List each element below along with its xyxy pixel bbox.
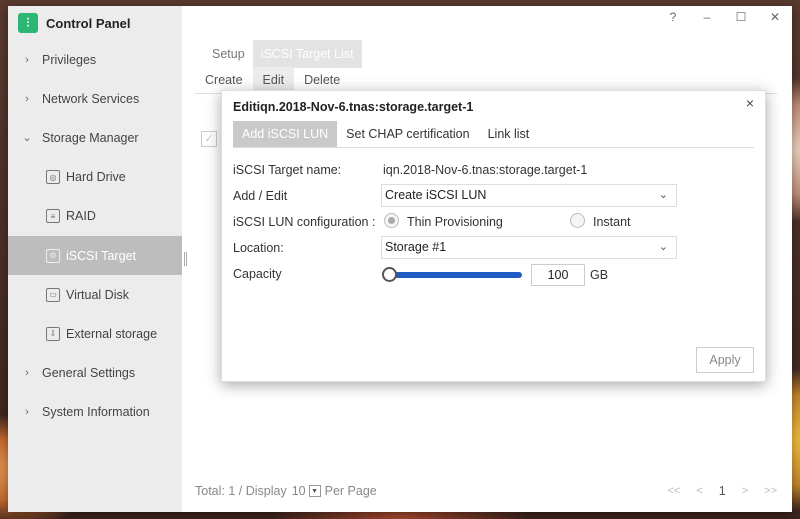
iscsi-icon: ⚙ [46,248,60,263]
create-button[interactable]: Create [195,67,253,93]
sidebar-item-label: Privileges [42,52,97,67]
tab-link-list[interactable]: Link list [479,121,539,147]
chevron-down-icon: ⌄ [22,132,32,145]
sidebar-item-label: System Information [42,405,150,420]
sidebar-item-iscsi-target[interactable]: ⚙ iSCSI Target [8,235,182,276]
apply-button[interactable]: Apply [696,347,754,373]
sidebar-item-hard-drive[interactable]: ◎ Hard Drive [8,158,182,197]
add-edit-label: Add / Edit [233,189,288,203]
capacity-label: Capacity [233,267,282,281]
tab-set-chap[interactable]: Set CHAP certification [337,121,478,147]
row-checkbox[interactable]: ✓ [201,131,217,147]
dialog-title: Editiqn.2018-Nov-6.tnas:storage.target-1 [233,100,474,114]
sidebar-item-label: Storage Manager [42,130,139,145]
next-page-button[interactable]: > [742,485,748,497]
target-name-value: iqn.2018-Nov-6.tnas:storage.target-1 [383,163,588,177]
minimize-icon[interactable]: – [700,10,714,24]
sidebar: ⫶ Control Panel › Privileges › Network S… [8,6,182,512]
virtual-disk-icon: ▭ [46,287,60,302]
raid-icon: ≡ [46,209,60,224]
sidebar-item-label: Virtual Disk [66,287,129,302]
sidebar-item-system-information[interactable]: › System Information [8,393,182,432]
target-name-label: iSCSI Target name: [233,163,342,177]
external-storage-icon: ⇩ [46,326,60,341]
sidebar-item-label: RAID [66,209,96,224]
dropdown-arrow-icon: ▼ [308,485,321,497]
app-title: ⫶ Control Panel [8,6,182,40]
sidebar-item-general-settings[interactable]: › General Settings [8,354,182,393]
help-icon[interactable]: ? [666,10,680,24]
sidebar-item-raid[interactable]: ≡ RAID [8,197,182,236]
chevron-right-icon: › [25,406,29,419]
last-page-button[interactable]: >> [764,485,777,497]
add-edit-select[interactable]: Create iSCSI LUN ⌄ [381,184,677,207]
chevron-right-icon: › [25,92,29,105]
tab-add-iscsi-lun[interactable]: Add iSCSI LUN [233,121,338,147]
window-controls: ? – ☐ ✕ [666,10,782,24]
instant-radio[interactable] [570,213,585,228]
chevron-down-icon: ⌄ [658,189,668,201]
capacity-slider-thumb[interactable] [382,267,397,282]
sidebar-item-label: External storage [66,326,158,341]
main-tabs: Setup iSCSI Target List [204,40,362,68]
close-icon[interactable]: × [746,95,754,111]
per-page-select[interactable]: 10 ▼ [292,484,321,498]
current-page[interactable]: 1 [719,484,726,498]
location-label: Location: [233,241,284,255]
sidebar-item-virtual-disk[interactable]: ▭ Virtual Disk [8,275,182,314]
sidebar-item-external-storage[interactable]: ⇩ External storage [8,314,182,353]
thin-provisioning-radio[interactable] [384,213,399,228]
chevron-right-icon: › [25,367,29,380]
dialog-tabs: Add iSCSI LUN Set CHAP certification Lin… [233,121,754,148]
chevron-right-icon: › [25,53,29,66]
maximize-icon[interactable]: ☐ [734,10,748,24]
pager: << < 1 > >> [667,484,777,498]
per-page-value: 10 [291,484,306,498]
prev-page-button[interactable]: < [696,485,702,497]
capacity-input[interactable]: 100 [531,264,585,286]
lun-config-label: iSCSI LUN configuration : [233,215,376,229]
instant-label: Instant [593,215,631,229]
add-edit-value: Create iSCSI LUN [385,188,487,202]
total-label: Total: 1 / Display [195,484,287,498]
location-select[interactable]: Storage #1 ⌄ [381,236,677,259]
sidebar-item-privileges[interactable]: › Privileges [8,40,182,79]
first-page-button[interactable]: << [667,485,680,497]
sidebar-item-label: Hard Drive [66,170,126,185]
sidebar-item-storage-manager[interactable]: ⌄ Storage Manager [8,118,182,157]
sidebar-item-label: General Settings [42,366,136,381]
app-title-label: Control Panel [46,15,131,31]
tab-iscsi-target-list[interactable]: iSCSI Target List [252,40,362,68]
sidebar-item-label: Network Services [42,91,140,106]
edit-target-dialog: Editiqn.2018-Nov-6.tnas:storage.target-1… [221,90,766,382]
delete-button[interactable]: Delete [294,67,350,93]
thin-provisioning-label: Thin Provisioning [407,215,503,229]
tab-setup[interactable]: Setup [204,40,253,68]
close-icon[interactable]: ✕ [768,10,782,24]
pagination-footer: Total: 1 / Display 10 ▼ Per Page << < 1 … [195,480,777,502]
per-page-label: Per Page [324,484,377,498]
capacity-unit: GB [590,268,609,282]
sidebar-item-network-services[interactable]: › Network Services [8,79,182,118]
edit-button[interactable]: Edit [252,66,295,93]
chevron-down-icon: ⌄ [658,241,668,253]
capacity-slider-track[interactable] [385,272,522,278]
sidebar-item-label: iSCSI Target [66,248,136,263]
location-value: Storage #1 [385,240,447,254]
hard-drive-icon: ◎ [46,170,60,185]
control-panel-icon: ⫶ [18,13,38,33]
